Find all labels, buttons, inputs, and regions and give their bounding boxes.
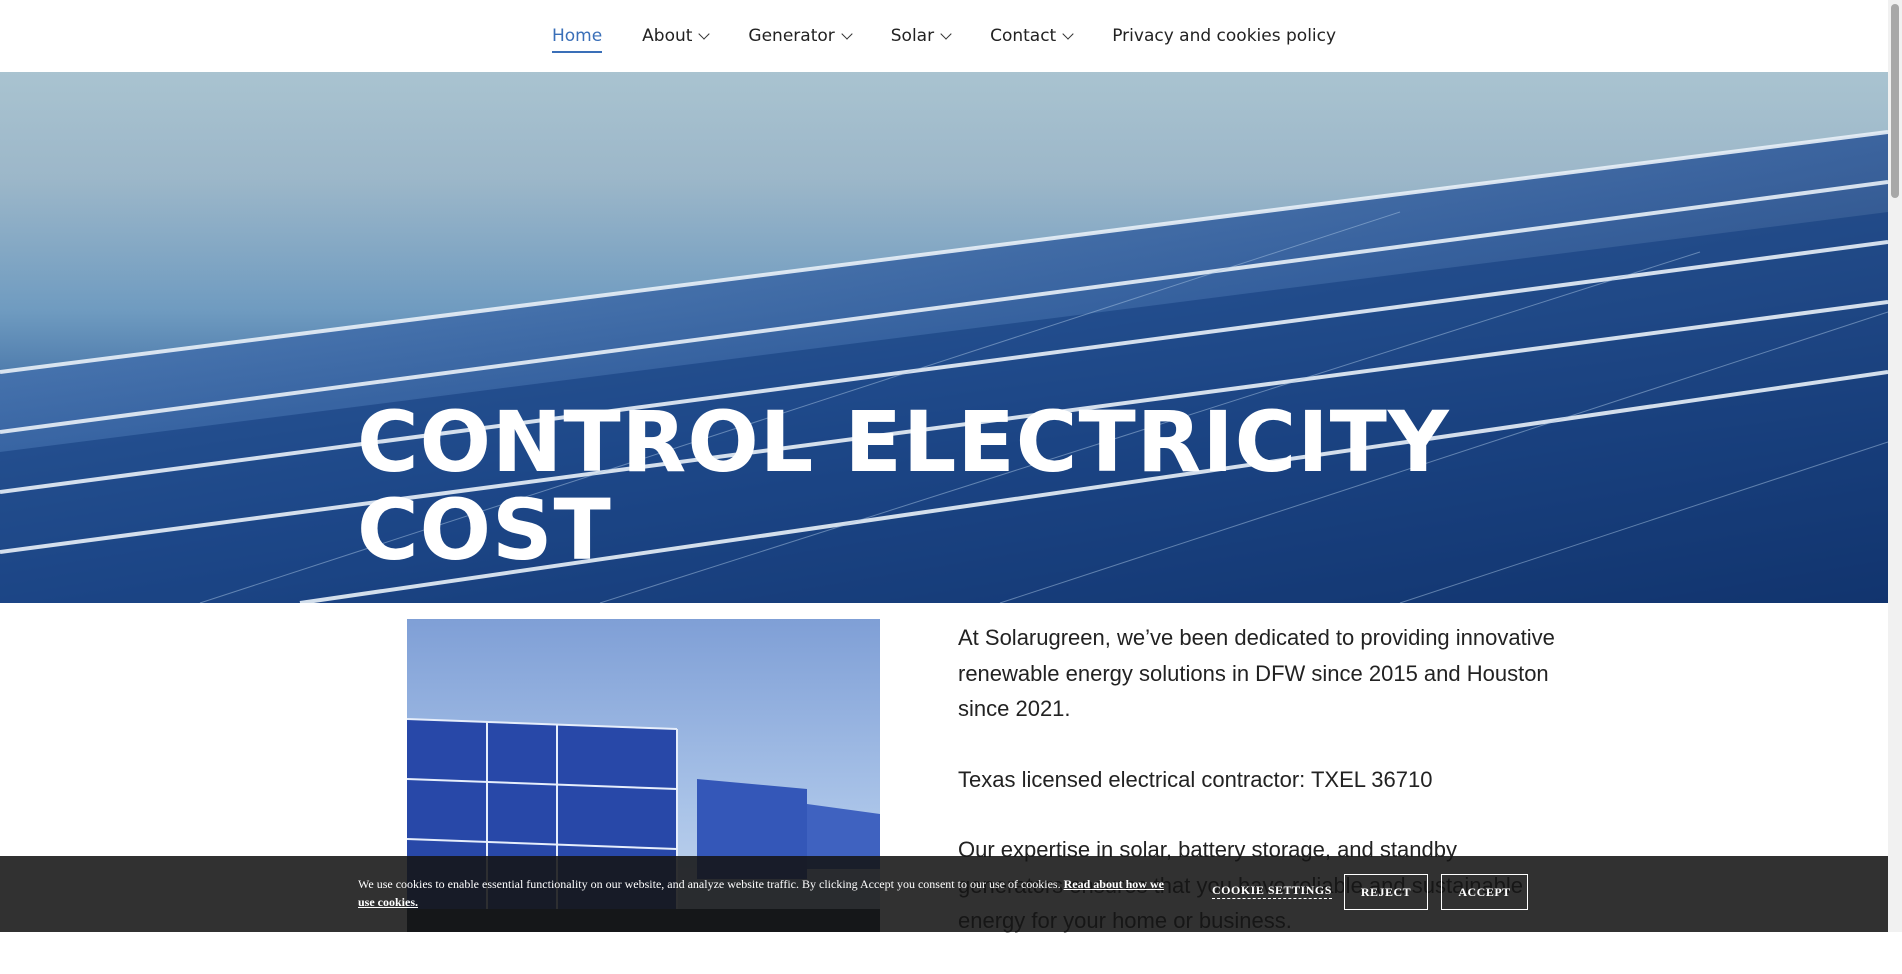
nav-item-home[interactable]: Home xyxy=(551,0,603,72)
nav-item-label: Solar xyxy=(890,26,935,46)
main-nav: Home About Generator Solar Contact Priva… xyxy=(0,0,1888,72)
chevron-down-icon xyxy=(1062,28,1074,40)
nav-item-privacy[interactable]: Privacy and cookies policy xyxy=(1112,0,1336,72)
nav-item-label: Generator xyxy=(748,26,835,46)
scrollbar-thumb[interactable] xyxy=(1891,4,1899,198)
page-scrollbar[interactable] xyxy=(1888,0,1902,932)
accept-button[interactable]: ACCEPT xyxy=(1441,874,1528,910)
license-paragraph: Texas licensed electrical contractor: TX… xyxy=(958,766,1433,792)
nav-item-label: Contact xyxy=(990,26,1057,46)
hero-banner: CONTROL ELECTRICITY COST xyxy=(0,72,1888,603)
nav-item-about[interactable]: About xyxy=(642,0,711,72)
cookie-message: We use cookies to enable essential funct… xyxy=(358,875,1178,911)
nav-item-label: Privacy and cookies policy xyxy=(1112,26,1337,46)
chevron-down-icon xyxy=(841,28,853,40)
nav-item-contact[interactable]: Contact xyxy=(990,0,1074,72)
nav-item-solar[interactable]: Solar xyxy=(890,0,952,72)
nav-item-label: Home xyxy=(551,26,603,53)
chevron-down-icon xyxy=(940,28,952,40)
cookie-message-text: We use cookies to enable essential funct… xyxy=(358,877,1061,891)
reject-button[interactable]: REJECT xyxy=(1344,874,1428,910)
nav-item-generator[interactable]: Generator xyxy=(748,0,853,72)
cookie-banner: We use cookies to enable essential funct… xyxy=(0,856,1888,932)
nav-item-label: About xyxy=(642,26,693,46)
chevron-down-icon xyxy=(698,28,711,40)
cookie-settings-button[interactable]: COOKIE SETTINGS xyxy=(1212,883,1332,899)
intro-paragraph: At Solarugreen, we’ve been dedicated to … xyxy=(958,625,1555,721)
hero-title: CONTROL ELECTRICITY COST xyxy=(357,393,1450,580)
